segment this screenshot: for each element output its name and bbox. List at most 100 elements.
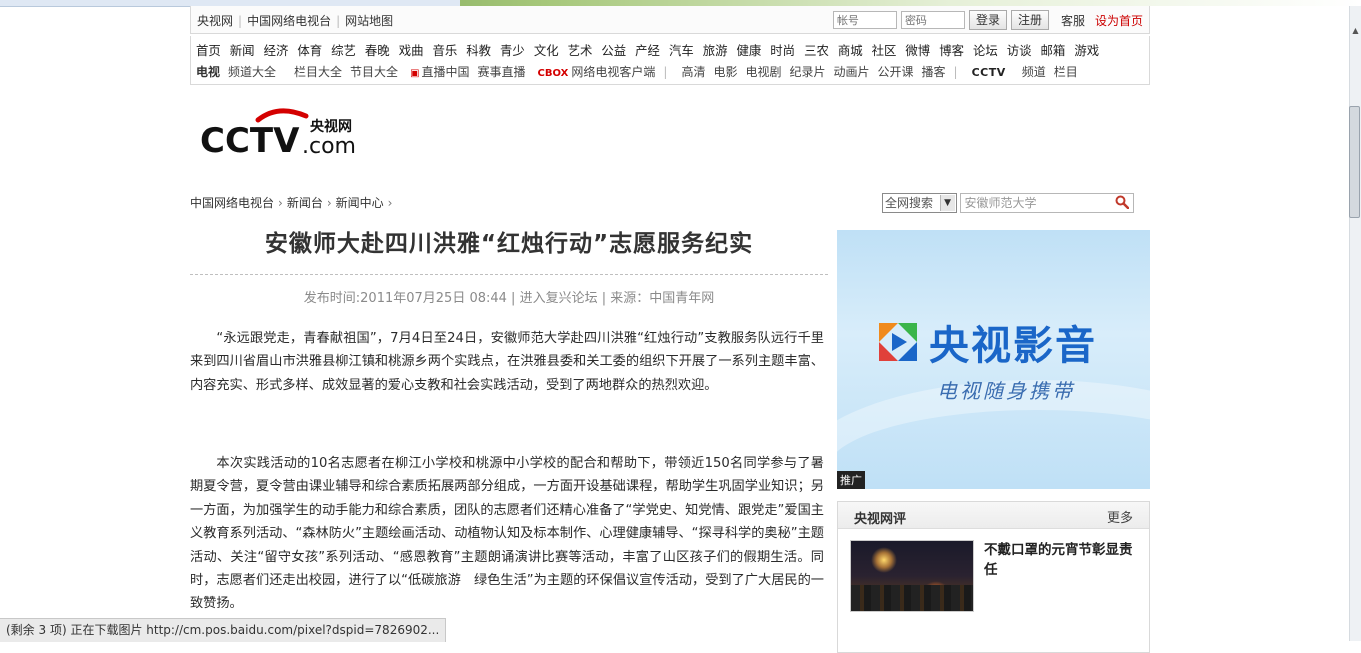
top-links: 央视网 | 中国网络电视台 | 网站地图 [197, 12, 393, 29]
nav-item[interactable]: 青少 [500, 43, 525, 58]
nav-video-item[interactable]: 高清 [681, 65, 705, 79]
nav-tv-item[interactable]: 节目大全 [350, 65, 398, 79]
nav-item[interactable]: 体育 [297, 43, 322, 58]
nav-item[interactable]: 文化 [534, 43, 559, 58]
review-more-link[interactable]: 更多 [1107, 507, 1133, 526]
nav-video-item[interactable]: 电影 [713, 65, 737, 79]
breadcrumb-chevron-icon: › [326, 196, 332, 210]
nav-item[interactable]: 健康 [737, 43, 762, 58]
breadcrumb-item[interactable]: 新闻台 [287, 196, 323, 210]
nav-row-channels: 首页 新闻 经济 体育 综艺 春晚 戏曲 音乐 科教 青少 文化 艺术 公益 产经 汽车 旅游 健康 时尚 三农 商城… [196, 41, 1099, 59]
nav-item[interactable]: 经济 [264, 43, 289, 58]
nav-tv-item[interactable]: 频道大全 [228, 65, 276, 79]
nav-item[interactable]: 社区 [872, 43, 897, 58]
search-input[interactable]: 安徽师范大学 [959, 193, 1134, 213]
nav-item[interactable]: 春晚 [365, 43, 390, 58]
nav-tv-label: 电视 [196, 65, 221, 79]
nav-row-tv: 电视 频道大全 栏目大全 节目大全 ▣ 直播中国 赛事直播 CBOX 网络电视客户端 | 高清 电影电… [196, 63, 1078, 80]
article-paragraph: “永远跟党走，青春献祖国”，7月4日至24日，安徽师范大学赴四川洪雅“红烛行动”… [190, 331, 824, 393]
nav-separator: | [953, 65, 958, 79]
review-title: 央视网评 [854, 512, 907, 527]
breadcrumb-item[interactable]: 新闻中心 [336, 196, 384, 210]
nav-item[interactable]: 博客 [939, 43, 964, 58]
nav-item[interactable]: 音乐 [432, 43, 457, 58]
nav-separator: | [663, 65, 668, 79]
nav-item[interactable]: 论坛 [973, 43, 998, 58]
set-homepage-link[interactable]: 设为首页 [1095, 12, 1143, 29]
breadcrumb-chevron-icon: › [278, 196, 283, 210]
nav-item[interactable]: 产经 [635, 43, 660, 58]
breadcrumb-item[interactable]: 中国网络电视台 [190, 196, 274, 210]
customer-service-link[interactable]: 客服 [1061, 12, 1085, 29]
cctv-logo[interactable]: CCTV 央视网 .com [198, 106, 363, 166]
cbox-logo: CBOX [537, 68, 569, 79]
review-headline[interactable]: 不戴口罩的元宵节彰显责任 [984, 540, 1144, 580]
breadcrumb: 中国网络电视台 › 新闻台 › 新闻中心 › [190, 194, 396, 211]
search-scope-select[interactable]: 全网搜索 ▼ [882, 193, 957, 213]
cctv-logo-graphic: CCTV 央视网 .com [200, 108, 356, 161]
nav-tv-item[interactable]: 栏目大全 [294, 65, 342, 79]
nav-item[interactable]: 汽车 [669, 43, 694, 58]
nav-item[interactable]: 三农 [804, 43, 829, 58]
nav-item[interactable]: 游戏 [1074, 43, 1099, 58]
article-paragraph: 本次实践活动的10名志愿者在柳江小学校和桃源中小学校的配合和帮助下，带领近150… [190, 456, 824, 612]
article-meta: 发布时间:2011年07月25日 08:44 | 进入复兴论坛 | 来源：中国青… [303, 291, 715, 306]
nav-item[interactable]: 微博 [905, 43, 930, 58]
chevron-down-icon: ▼ [939, 195, 955, 211]
login-button[interactable]: 登录 [968, 10, 1007, 30]
top-link-cntv-full[interactable]: 中国网络电视台 [247, 14, 331, 28]
top-link-sitemap[interactable]: 网站地图 [345, 14, 393, 28]
nav-item[interactable]: 新闻 [230, 43, 255, 58]
nav-video-item[interactable]: 电视剧 [745, 65, 781, 79]
search-scope-value: 全网搜索 [885, 196, 934, 210]
nav-cctv-item[interactable]: 栏目 [1054, 65, 1078, 79]
nav-item[interactable]: 戏曲 [399, 43, 424, 58]
nav-item[interactable]: 公益 [601, 43, 626, 58]
promo-brand: 央视影音 [875, 313, 1097, 371]
cbox-play-icon [879, 323, 917, 361]
promo-banner[interactable]: 央视影音 电视随身携带 推广 [837, 230, 1150, 489]
account-input[interactable] [832, 11, 897, 29]
review-thumbnail[interactable] [850, 540, 974, 612]
cctv-small-logo[interactable]: CCTV [972, 66, 1006, 79]
nav-video-item[interactable]: 公开课 [878, 65, 914, 79]
nav-video-item[interactable]: 播客 [922, 65, 946, 79]
nav-item[interactable]: 综艺 [331, 43, 356, 58]
password-input[interactable] [900, 11, 965, 29]
search-bar: 全网搜索 ▼ 安徽师范大学 [882, 193, 1134, 213]
nav-item[interactable]: 旅游 [703, 43, 728, 58]
scroll-thumb[interactable] [1349, 106, 1360, 218]
breadcrumb-chevron-icon: › [387, 196, 393, 210]
search-query: 安徽师范大学 [964, 196, 1037, 210]
scroll-up-icon[interactable]: ▲ [1351, 26, 1360, 35]
city-skyline-decoration [851, 585, 973, 611]
nav-event-live[interactable]: 赛事直播 [478, 65, 526, 79]
firework-decoration [871, 547, 897, 573]
register-button[interactable]: 注册 [1010, 10, 1049, 30]
logo-cctv-text: CCTV [200, 121, 300, 161]
nav-video-item[interactable]: 纪录片 [789, 65, 825, 79]
nav-item[interactable]: 访谈 [1007, 43, 1032, 58]
nav-live-china[interactable]: 直播中国 [422, 65, 470, 79]
browser-status-bar: (剩余 3 项) 正在下载图片 http://cm.pos.baidu.com/… [0, 618, 447, 642]
title-divider [190, 274, 828, 275]
nav-video-item[interactable]: 动画片 [834, 65, 870, 79]
page-scrollbar[interactable]: ▲ [1349, 6, 1361, 641]
nav-item[interactable]: 艺术 [568, 43, 593, 58]
nav-item[interactable]: 商城 [838, 43, 863, 58]
top-link-cntv[interactable]: 央视网 [197, 14, 233, 28]
top-bar: 央视网 | 中国网络电视台 | 网站地图 登录 注册 客服 设为首页 [190, 6, 1150, 34]
nav-item[interactable]: 邮箱 [1041, 43, 1066, 58]
nav-cbox-client[interactable]: 网络电视客户端 [571, 65, 655, 79]
article-title: 安徽师大赴四川洪雅“红烛行动”志愿服务纪实 [264, 231, 754, 257]
ad-tag: 推广 [837, 471, 865, 489]
main-nav: 首页 新闻 经济 体育 综艺 春晚 戏曲 音乐 科教 青少 文化 艺术 公益 产经 汽车 旅游 健康 时尚 三农 商城… [190, 36, 1150, 85]
nav-item[interactable]: 科教 [466, 43, 491, 58]
search-icon[interactable] [1115, 195, 1129, 209]
top-link-separator: | [238, 14, 243, 28]
nav-item[interactable]: 首页 [196, 43, 221, 58]
nav-cctv-item[interactable]: 频道 [1022, 65, 1046, 79]
review-header: 央视网评 更多 [838, 502, 1149, 529]
nav-item[interactable]: 时尚 [770, 43, 795, 58]
review-box: 央视网评 更多 不戴口罩的元宵节彰显责任 [837, 501, 1150, 653]
